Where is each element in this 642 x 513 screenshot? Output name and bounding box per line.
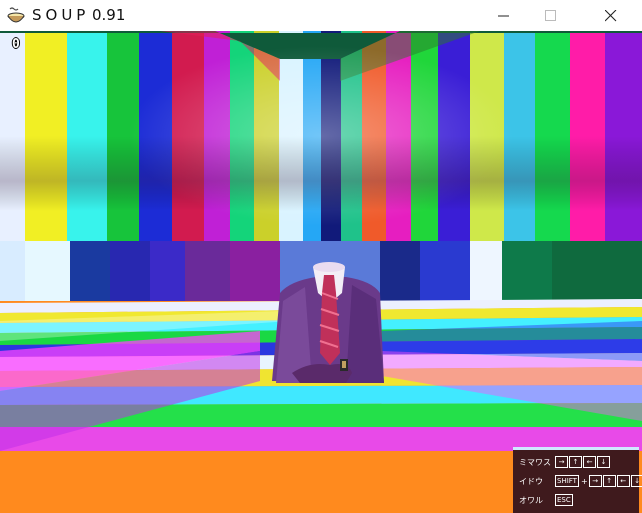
window-title: SOUP [32, 6, 90, 24]
control-label-move: イドウ [519, 476, 543, 486]
key-right-arrow: → [588, 475, 602, 487]
controls-help-panel: ミマワス → ↑ ← ↓ イドウ SHIFT + → ↑ ← ↓ オワル ESC [513, 447, 642, 513]
key-up-arrow: ↑ [569, 456, 582, 468]
key-down-arrow: ↓ [630, 475, 642, 487]
maximize-button[interactable] [528, 0, 574, 31]
control-label-look: ミマワス [519, 457, 551, 467]
key-right-arrow: → [555, 456, 568, 468]
maximize-icon [545, 10, 556, 21]
control-label-quit: オワル [519, 495, 543, 505]
close-button[interactable] [588, 0, 634, 31]
minimize-icon [498, 15, 509, 17]
minimize-button[interactable] [481, 0, 527, 31]
game-viewport[interactable]: 0 ミマワス → ↑ ← ↓ イドウ SHIFT + → ↑ ← ↓ オワル E… [0, 31, 642, 513]
key-down-arrow: ↓ [597, 456, 610, 468]
key-left-arrow: ← [616, 475, 630, 487]
score-counter: 0 [12, 37, 20, 52]
close-icon [605, 10, 617, 22]
soup-bowl-icon [6, 6, 26, 26]
key-shift: SHIFT [555, 475, 579, 487]
controls-row-quit: オワル ESC [519, 493, 574, 507]
controls-row-move: イドウ SHIFT + → ↑ ← ↓ [519, 474, 642, 488]
title-bar: SOUP 0.91 [0, 0, 642, 32]
key-plus: + [580, 476, 588, 486]
key-left-arrow: ← [583, 456, 596, 468]
game-scene [0, 31, 642, 513]
key-esc: ESC [555, 494, 573, 506]
controls-row-look: ミマワス → ↑ ← ↓ [519, 455, 611, 469]
window-version: 0.91 [92, 6, 126, 24]
key-up-arrow: ↑ [602, 475, 616, 487]
